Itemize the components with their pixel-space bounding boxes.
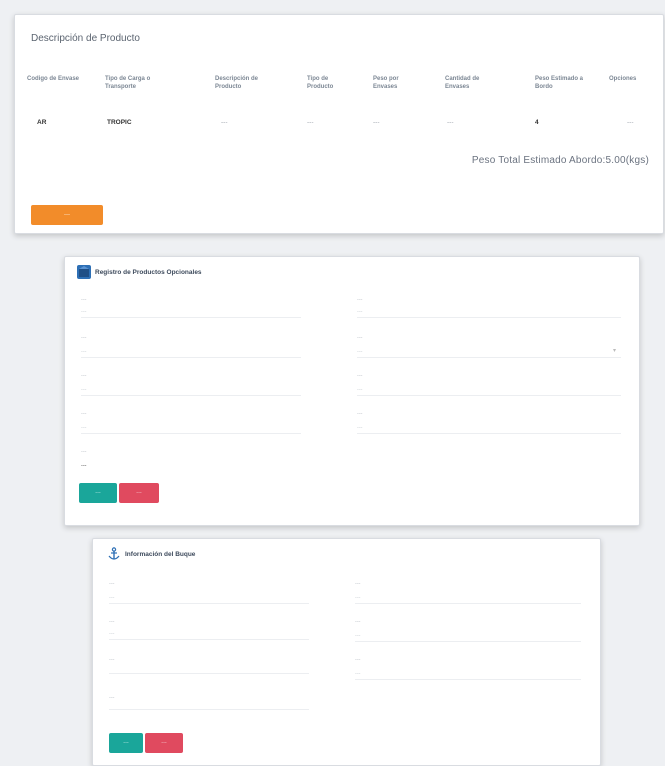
table-cell-container-count: --- [447,119,454,126]
ship-right-input-1[interactable]: --- [355,595,581,604]
register-left-label-4: --- [81,411,87,417]
ship-left-label-4: --- [109,695,115,701]
col-header-estimated-weight: Peso Estimado a Bordo [535,76,584,90]
register-left-input-5[interactable]: --- [81,463,301,471]
table-cell-estimated-weight: 4 [535,119,539,126]
register-right-input-3[interactable]: --- [357,387,621,396]
table-cell-product-description: --- [221,119,228,126]
col-header-product-type: Tipo de Producto [307,76,334,90]
register-left-input-3[interactable]: --- [81,387,301,396]
register-right-label-4: --- [357,411,363,417]
register-optional-products-card: Registro de Productos Opcionales --- ---… [64,256,640,526]
col-header-container-count: Cantidad de Envases [445,76,480,90]
ship-right-input-2[interactable]: --- [355,633,581,642]
register-right-input-4[interactable]: --- [357,425,621,434]
ship-right-label-3: --- [355,657,361,663]
ship-right-label-1: --- [355,581,361,587]
register-left-label-5: --- [81,449,87,455]
register-cancel-button[interactable]: --- [119,483,159,503]
ship-left-label-1: --- [109,581,115,587]
register-left-label-2: --- [81,335,87,341]
register-left-input-4[interactable]: --- [81,425,301,434]
col-header-product-description: Descripción de Producto [215,76,259,90]
table-cell-load-type: TROPIC [107,119,132,126]
ship-save-button[interactable]: --- [109,733,143,753]
total-estimated-weight: Peso Total Estimado Abordo:5.00(kgs) [472,155,649,166]
register-left-input-2[interactable]: --- [81,349,301,358]
chevron-down-icon: ▾ [613,348,617,354]
anchor-icon [107,547,121,561]
ship-information-card: Información del Buque --- --- --- --- --… [92,538,601,766]
ship-left-input-2[interactable]: --- [109,631,309,640]
register-save-button[interactable]: --- [79,483,117,503]
ship-cancel-button[interactable]: --- [145,733,183,753]
register-card-title: Registro de Productos Opcionales [95,269,202,276]
add-product-button[interactable]: --- [31,205,103,225]
table-cell-options: --- [627,119,634,126]
table-cell-container-code: AR [37,119,47,126]
product-card-title: Descripción de Producto [31,33,140,44]
table-cell-product-type: --- [307,119,314,126]
box-icon [77,265,91,279]
ship-right-label-2: --- [355,619,361,625]
ship-left-label-2: --- [109,619,115,625]
col-header-container-code: Codigo de Envase [27,76,80,82]
total-weight-value: 5.00(kgs) [605,155,649,166]
register-right-input-1[interactable]: --- [357,309,621,318]
register-left-label-3: --- [81,373,87,379]
total-weight-label: Peso Total Estimado Abordo: [471,155,606,166]
col-header-load-type: Tipo de Carga o Transporte [105,76,151,90]
ship-right-input-3[interactable]: --- [355,671,581,680]
col-header-options: Opciones [609,76,637,82]
register-right-label-2: --- [357,335,363,341]
ship-left-label-3: --- [109,657,115,663]
register-left-input-1[interactable]: --- [81,309,301,318]
product-description-card: Descripción de Producto Codigo de Envase… [14,14,664,234]
col-header-weight-per-container: Peso por Envases [373,76,399,90]
ship-left-input-1[interactable]: --- [109,595,309,604]
ship-card-title: Información del Buque [125,551,196,558]
register-right-select-2[interactable]: --- [357,349,621,358]
table-cell-weight-per-container: --- [373,119,380,126]
ship-left-input-3[interactable] [109,671,309,674]
register-left-label-1: --- [81,297,87,303]
register-right-label-1: --- [357,297,363,303]
register-right-label-3: --- [357,373,363,379]
ship-left-input-4[interactable] [109,707,309,710]
